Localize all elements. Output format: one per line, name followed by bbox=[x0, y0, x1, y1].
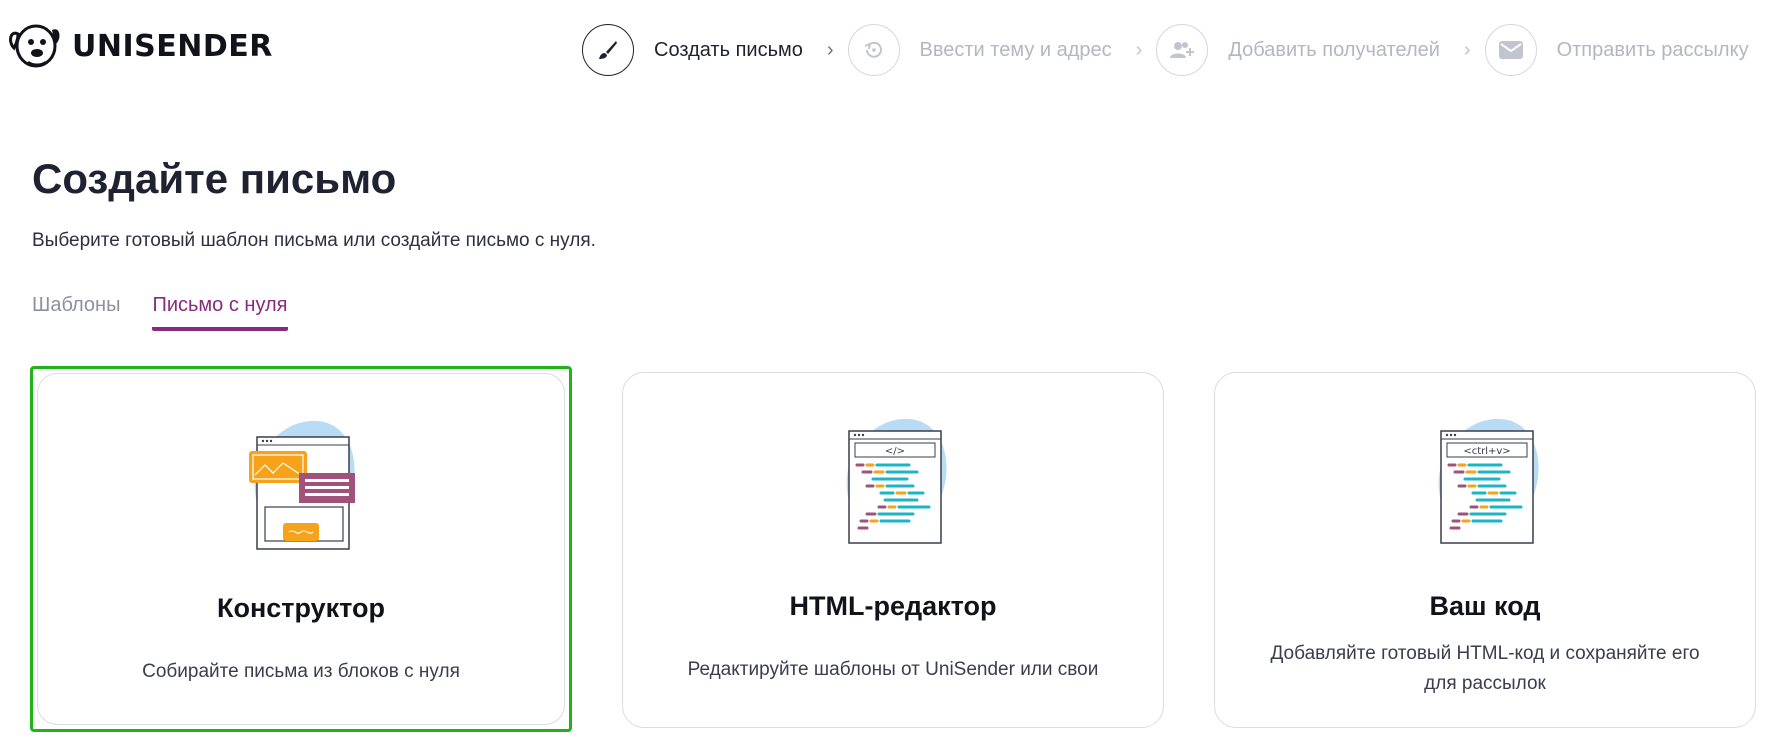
envelope-icon bbox=[1484, 24, 1537, 76]
step-create-letter[interactable]: Создать письмо bbox=[582, 24, 803, 76]
header: UNISENDER Создать письмо › Ввести тему и… bbox=[0, 0, 1768, 96]
html-editor-illustration: </> bbox=[813, 401, 973, 561]
card-title: HTML-редактор bbox=[789, 591, 997, 621]
card-your-code[interactable]: <ctrl+v> Ваш код Добавляйте готовый HTML… bbox=[1214, 372, 1756, 728]
step-add-recipients[interactable]: Добавить получателей bbox=[1156, 24, 1440, 76]
card-description: Добавляйте готовый HTML-код и сохраняйте… bbox=[1270, 643, 1700, 694]
chevron-right-icon: › bbox=[1135, 38, 1143, 61]
page-title: Создайте письмо bbox=[32, 155, 397, 202]
brand-name: UNISENDER bbox=[72, 29, 273, 64]
your-code-illustration: <ctrl+v> bbox=[1405, 401, 1565, 561]
step-subject-address[interactable]: Ввести тему и адрес bbox=[847, 24, 1112, 76]
card-description: Собирайте письма из блоков с нуля bbox=[142, 661, 460, 682]
constructor-illustration bbox=[221, 403, 381, 563]
tabs: Шаблоны Письмо с нуля bbox=[32, 294, 288, 331]
chevron-right-icon: › bbox=[826, 38, 834, 61]
tab-templates[interactable]: Шаблоны bbox=[32, 294, 120, 327]
card-html-editor[interactable]: </> HTML-редактор Редактируйте шаблоны о… bbox=[622, 372, 1164, 728]
card-constructor[interactable]: Конструктор Собирайте письма из блоков с… bbox=[30, 366, 572, 732]
code-label: <ctrl+v> bbox=[1463, 446, 1510, 457]
page-subtitle: Выберите готовый шаблон письма или созда… bbox=[32, 230, 596, 251]
step-send-campaign[interactable]: Отправить рассылку bbox=[1484, 24, 1749, 76]
dog-mascot-icon bbox=[6, 16, 62, 77]
step-label: Ввести тему и адрес bbox=[919, 38, 1112, 61]
card-title: Ваш код bbox=[1429, 591, 1541, 621]
logo[interactable]: UNISENDER bbox=[6, 16, 273, 77]
card-description: Редактируйте шаблоны от UniSender или св… bbox=[687, 659, 1099, 680]
history-icon bbox=[847, 24, 900, 76]
add-users-icon bbox=[1156, 24, 1209, 76]
chevron-right-icon: › bbox=[1463, 38, 1471, 61]
steps-progress: Создать письмо › Ввести тему и адрес › Д… bbox=[582, 24, 1749, 76]
step-label: Добавить получателей bbox=[1228, 38, 1440, 61]
step-label: Создать письмо bbox=[654, 38, 803, 61]
card-title: Конструктор bbox=[216, 593, 386, 623]
tab-from-scratch[interactable]: Письмо с нуля bbox=[152, 294, 288, 331]
step-label: Отправить рассылку bbox=[1556, 38, 1749, 61]
brush-icon bbox=[582, 24, 634, 76]
editor-options: Конструктор Собирайте письма из блоков с… bbox=[30, 366, 1758, 732]
code-label: </> bbox=[885, 446, 905, 457]
